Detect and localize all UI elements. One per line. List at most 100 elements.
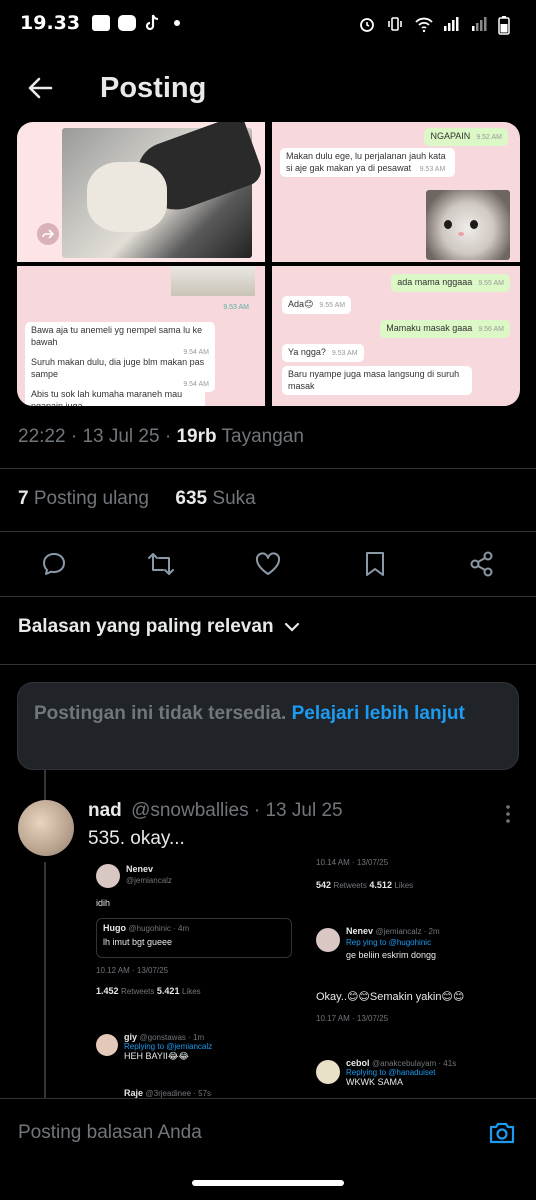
rm-r-time: 10.17 AM · 13/07/25 xyxy=(316,1014,389,1023)
action-bar xyxy=(0,540,536,588)
rm-stats: 1.452 Retweets 5.421 Likes xyxy=(96,986,201,996)
cat-thumbnail xyxy=(171,266,255,296)
rm-author: Nenev xyxy=(126,864,154,874)
rm-r-author: Nenev @jemiancalz · 2m xyxy=(346,926,440,936)
alarm-icon xyxy=(358,15,376,32)
status-time: 19.33 xyxy=(20,12,81,34)
post-date: 13 Jul 25 xyxy=(82,426,160,447)
rm-r-avatar xyxy=(316,928,340,952)
reply-text: 535. okay... xyxy=(88,828,185,849)
chat-bubble-abis: Abis tu sok lah kumaha maraneh mau ngapa… xyxy=(25,386,205,406)
repost-icon xyxy=(148,553,174,575)
likes-stat[interactable]: 635 Suka xyxy=(175,488,255,509)
rm-sub: giy @gonstawas · 1m Replying to @jemianc… xyxy=(124,1032,213,1061)
reply-button[interactable] xyxy=(38,548,70,580)
page-title: Posting xyxy=(100,71,207,104)
reply-media-left[interactable]: Nenev @jemiancalz idih Hugo @hugohinic ·… xyxy=(88,856,300,1100)
reply-date: 13 Jul 25 xyxy=(265,800,343,821)
chat-bubble-mamaku: Mamaku masak gaaa 9.56 AM xyxy=(380,320,510,338)
reply-sort-dropdown[interactable]: Balasan yang paling relevan xyxy=(18,616,300,638)
rm-r-top-time: 10.14 AM · 13/07/25 xyxy=(316,858,389,867)
thread-line xyxy=(44,862,46,1102)
learn-more-link[interactable]: Pelajari lebih lanjut xyxy=(292,703,465,724)
camera-button[interactable] xyxy=(486,1117,518,1149)
more-notifications-dot xyxy=(174,20,181,26)
shopee-icon xyxy=(92,15,111,31)
rm-r-stats: 542 Retweets 4.512 Likes xyxy=(316,880,414,890)
share-button[interactable] xyxy=(466,548,498,580)
rm-sub2: Raje @3rjeadinee · 57s xyxy=(124,1088,212,1098)
rm-body: idih xyxy=(96,898,111,908)
views-count: 19rb xyxy=(176,426,217,447)
unavailable-notice: Postingan ini tidak tersedia. Pelajari l… xyxy=(17,682,519,770)
bookmark-icon xyxy=(366,552,384,576)
arrow-left-icon xyxy=(28,77,53,99)
post-stats: 7 Posting ulang 635 Suka xyxy=(18,488,256,510)
rm-r-sub: cebol @anakcebulayam · 41s Replying to @… xyxy=(346,1058,457,1087)
rm-time: 10.12 AM · 13/07/25 xyxy=(96,966,169,975)
status-bar: 19.33 xyxy=(0,0,536,46)
battery-icon xyxy=(498,15,516,35)
home-indicator[interactable] xyxy=(192,1180,344,1186)
chat-bubble-yangga: Ya ngga? 9.53 AM xyxy=(282,344,364,362)
heart-icon xyxy=(255,552,281,575)
more-options-button[interactable] xyxy=(498,804,518,824)
bookmark-button[interactable] xyxy=(359,548,391,580)
reposts-stat[interactable]: 7 Posting ulang xyxy=(18,488,149,509)
chat-bubble-makan: Makan dulu ege, lu perjalanan jauh kata … xyxy=(280,148,455,178)
youtube-icon xyxy=(118,15,137,31)
reply-header: nad @snowballies · 13 Jul 25 xyxy=(88,800,343,821)
media-grid[interactable]: NGAPAIN 9.52 AM Makan dulu ege, lu perjal… xyxy=(17,122,520,406)
unavailable-text: Postingan ini tidak tersedia. xyxy=(34,703,287,724)
media-image-2[interactable]: NGAPAIN 9.52 AM Makan dulu ege, lu perjal… xyxy=(272,122,520,262)
vibrate-icon xyxy=(386,15,404,31)
divider xyxy=(0,664,536,665)
share-icon[interactable] xyxy=(37,223,59,245)
signal-icon xyxy=(442,15,460,31)
header: Posting xyxy=(0,56,536,120)
reply-media[interactable]: Nenev @jemiancalz idih Hugo @hugohinic ·… xyxy=(88,856,520,1100)
thread-line xyxy=(44,770,46,800)
reply-author-name[interactable]: nad xyxy=(88,800,122,821)
reply-sort-label: Balasan yang paling relevan xyxy=(18,616,274,637)
comment-icon xyxy=(43,553,65,575)
signal-2-icon xyxy=(470,15,488,31)
rm-handle: @jemiancalz xyxy=(126,876,172,885)
like-button[interactable] xyxy=(252,548,284,580)
system-icons xyxy=(358,15,516,35)
photo-pillow xyxy=(87,162,167,232)
chat-time-top: 9.53 AM xyxy=(223,304,249,311)
repost-button[interactable] xyxy=(145,548,177,580)
rm-r-main: Okay..😊😊Semakin yakin😊😊 xyxy=(316,991,465,1003)
avatar[interactable] xyxy=(18,800,74,856)
reply-input[interactable] xyxy=(18,1121,486,1144)
divider xyxy=(0,468,536,469)
reply-media-right[interactable]: 10.14 AM · 13/07/25 542 Retweets 4.512 L… xyxy=(308,856,520,1100)
more-vertical-icon xyxy=(506,805,510,823)
notification-icons xyxy=(92,14,181,32)
rm-avatar xyxy=(96,864,120,888)
kitten-photo xyxy=(426,190,510,260)
reply-author-handle[interactable]: @snowballies xyxy=(131,800,249,821)
post-meta: 22:22 · 13 Jul 25 · 19rb Tayangan xyxy=(18,426,304,447)
share-icon xyxy=(470,551,493,577)
back-button[interactable] xyxy=(20,68,60,108)
chat-bubble-ada-mama: ada mama nggaaa 9.55 AM xyxy=(391,274,510,292)
post-time: 22:22 xyxy=(18,426,66,447)
wifi-icon xyxy=(414,15,433,33)
divider xyxy=(0,596,536,597)
camera-icon xyxy=(489,1122,515,1143)
rm-sub-avatar xyxy=(96,1034,118,1056)
rm-r-sub-avatar xyxy=(316,1060,340,1084)
media-image-3[interactable]: 9.53 AM Bawa aja tu anemeli yg nempel sa… xyxy=(17,266,265,406)
divider xyxy=(0,531,536,532)
rm-r-body: ge beliin eskrim dongg xyxy=(346,950,437,960)
tiktok-icon xyxy=(144,14,160,32)
reply-composer-bar xyxy=(0,1098,536,1166)
rm-r-reply-to: Rep ying to @hugohinic xyxy=(346,938,432,947)
media-image-1[interactable] xyxy=(17,122,265,262)
chevron-down-icon xyxy=(284,622,299,632)
chat-bubble-ada: Ada😊 9.55 AM xyxy=(282,296,352,314)
chat-bubble-ngapain: NGAPAIN 9.52 AM xyxy=(424,128,508,146)
media-image-4[interactable]: ada mama nggaaa 9.55 AM Ada😊 9.55 AM Mamak… xyxy=(272,266,520,406)
